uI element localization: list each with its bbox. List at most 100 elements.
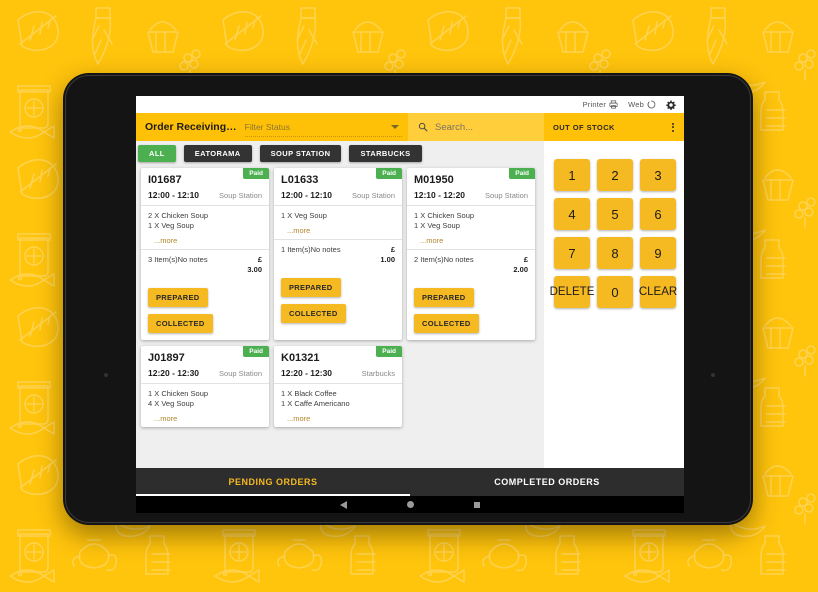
order-items-list: 1 X Chicken Soup 4 X Veg Soup ...more — [141, 384, 269, 427]
keypad-key-3[interactable]: 3 — [640, 159, 676, 191]
filter-chip-soup-station[interactable]: SOUP STATION — [259, 144, 342, 162]
search-icon — [418, 122, 428, 132]
order-total-row: 2 Item(s)No notes £2.00 — [407, 250, 535, 281]
order-total-row: 3 Item(s)No notes £3.00 — [141, 250, 269, 281]
order-item: 1 X Veg Soup — [148, 221, 194, 230]
sync-spinner-icon — [647, 100, 656, 109]
keypad-key-label: DELETE — [549, 286, 595, 298]
order-card[interactable]: Paid K01321 12:20 - 12:30 Starbucks 1 X Blac… — [274, 346, 402, 427]
amount-value: 3.00 — [247, 265, 262, 274]
keypad-key-label: 1 — [568, 167, 576, 183]
show-more-link[interactable]: ...more — [154, 414, 262, 423]
filter-chip-all[interactable]: ALL — [138, 144, 176, 162]
order-card-header: Paid L01633 12:00 - 12:10 Soup Station — [274, 168, 402, 205]
keypad-key-7[interactable]: 7 — [554, 237, 590, 269]
keypad-key-5[interactable]: 5 — [597, 198, 633, 230]
order-station: Soup Station — [219, 369, 262, 378]
show-more-link[interactable]: ...more — [154, 236, 262, 245]
tab-pending-orders[interactable]: PENDING ORDERS — [136, 468, 410, 496]
order-item: 1 X Chicken Soup — [414, 211, 475, 220]
filter-status-select[interactable]: Filter Status — [244, 117, 402, 137]
status-badge: Paid — [376, 168, 402, 179]
order-total-note: 2 Item(s)No notes — [414, 255, 474, 264]
status-badge: Paid — [243, 346, 269, 357]
app-bar-left: Order Receiving… Filter Status — [136, 113, 408, 141]
gear-icon — [666, 100, 676, 110]
prepared-button[interactable]: PREPARED — [148, 288, 208, 307]
kebab-menu-icon[interactable] — [670, 121, 676, 134]
web-status-label: Web — [628, 100, 644, 109]
nav-recents-icon[interactable] — [474, 501, 480, 508]
app-bar: Order Receiving… Filter Status Search...… — [136, 113, 684, 141]
keypad-key-1[interactable]: 1 — [554, 159, 590, 191]
settings-button[interactable] — [666, 100, 676, 110]
collected-button[interactable]: COLLECTED — [281, 304, 346, 323]
station-filter-chips: ALL EATORAMA SOUP STATION STARBUCKS — [136, 141, 544, 165]
nav-back-icon[interactable] — [340, 500, 347, 509]
order-total-amount: £1.00 — [373, 245, 395, 265]
order-time-slot: 12:00 - 12:10 — [281, 190, 333, 200]
search-input[interactable]: Search... — [435, 122, 473, 133]
prepared-button[interactable]: PREPARED — [414, 288, 474, 307]
status-strip: Printer Web — [136, 96, 684, 113]
web-status[interactable]: Web — [628, 100, 656, 109]
currency-symbol: £ — [523, 255, 528, 264]
collected-button[interactable]: COLLECTED — [148, 314, 213, 333]
order-total-row: 1 Item(s)No notes £1.00 — [274, 240, 402, 271]
order-actions: PREPARED COLLECTED — [407, 281, 535, 340]
order-card-header: Paid M01950 12:10 - 12:20 Soup Station — [407, 168, 535, 205]
printer-status[interactable]: Printer — [583, 100, 619, 109]
order-item: 1 X Black Coffee — [281, 389, 337, 398]
out-of-stock-pane: 1 2 3 4 5 6 7 8 9 DELETE 0 CLEAR — [544, 141, 684, 468]
keypad-key-delete[interactable]: DELETE — [550, 276, 594, 308]
tab-completed-orders[interactable]: COMPLETED ORDERS — [410, 468, 684, 496]
filter-chip-label: ALL — [149, 148, 165, 158]
order-item: 4 X Veg Soup — [148, 399, 194, 408]
camera-dot-left-icon — [104, 373, 108, 377]
order-meta-row: 12:00 - 12:10 Soup Station — [148, 190, 262, 200]
order-item: 1 X Veg Soup — [281, 211, 327, 220]
keypad-key-8[interactable]: 8 — [597, 237, 633, 269]
order-time-slot: 12:20 - 12:30 — [281, 368, 333, 378]
order-card[interactable]: Paid J01897 12:20 - 12:30 Soup Station 1 X C… — [141, 346, 269, 427]
amount-value: 2.00 — [513, 265, 528, 274]
order-item: 1 X Veg Soup — [414, 221, 460, 230]
filter-chip-starbucks[interactable]: STARBUCKS — [349, 144, 422, 162]
show-more-link[interactable]: ...more — [420, 236, 528, 245]
keypad-key-4[interactable]: 4 — [554, 198, 590, 230]
filter-chip-eatorama[interactable]: EATORAMA — [183, 144, 252, 162]
keypad-key-label: CLEAR — [638, 286, 678, 298]
order-meta-row: 12:00 - 12:10 Soup Station — [281, 190, 395, 200]
show-more-link[interactable]: ...more — [287, 226, 395, 235]
order-item: 2 X Chicken Soup — [148, 211, 209, 220]
order-card[interactable]: Paid L01633 12:00 - 12:10 Soup Station 1 X V… — [274, 168, 402, 340]
out-of-stock-header: OUT OF STOCK — [544, 113, 684, 141]
search-bar[interactable]: Search... — [408, 113, 544, 141]
order-item: 1 X Chicken Soup — [148, 389, 209, 398]
order-card[interactable]: Paid I01687 12:00 - 12:10 Soup Station 2 X C… — [141, 168, 269, 340]
collected-button[interactable]: COLLECTED — [414, 314, 479, 333]
android-nav-bar — [136, 496, 684, 513]
order-card[interactable]: Paid M01950 12:10 - 12:20 Soup Station 1 X C… — [407, 168, 535, 340]
keypad-key-6[interactable]: 6 — [640, 198, 676, 230]
show-more-link[interactable]: ...more — [287, 414, 395, 423]
bottom-tab-bar: PENDING ORDERS COMPLETED ORDERS — [136, 468, 684, 496]
keypad-key-label: 8 — [611, 245, 619, 261]
filter-chip-label: STARBUCKS — [360, 148, 411, 158]
content-area: ALL EATORAMA SOUP STATION STARBUCKS Paid I01… — [136, 141, 684, 468]
keypad-key-clear[interactable]: CLEAR — [638, 276, 678, 308]
keypad-key-0[interactable]: 0 — [597, 276, 633, 308]
keypad-key-label: 9 — [654, 245, 662, 261]
nav-home-icon[interactable] — [407, 501, 414, 508]
status-badge: Paid — [509, 168, 535, 179]
keypad-key-9[interactable]: 9 — [640, 237, 676, 269]
keypad-key-label: 7 — [568, 245, 576, 261]
order-total-amount: £2.00 — [506, 255, 528, 275]
order-items-list: 1 X Black Coffee 1 X Caffe Americano ...mo… — [274, 384, 402, 427]
tablet-device: Printer Web Order Receiving… Filter Stat… — [63, 73, 753, 525]
page-title: Order Receiving… — [145, 121, 237, 133]
chevron-down-icon — [391, 125, 399, 129]
prepared-button[interactable]: PREPARED — [281, 278, 341, 297]
keypad-key-2[interactable]: 2 — [597, 159, 633, 191]
order-time-slot: 12:00 - 12:10 — [148, 190, 200, 200]
